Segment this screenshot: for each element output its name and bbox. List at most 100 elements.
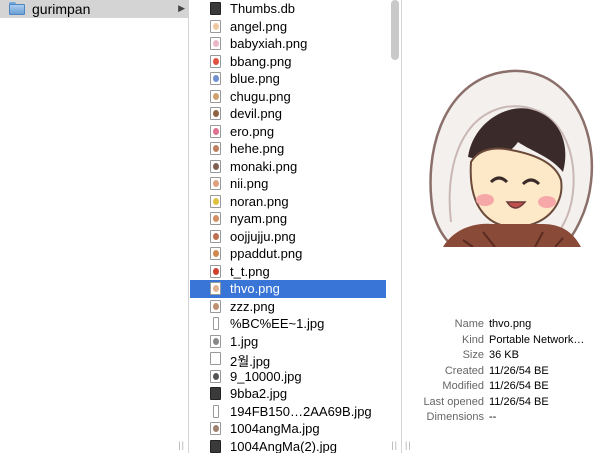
info-value: 11/26/54 BE <box>489 380 549 392</box>
info-key: Size <box>462 349 484 361</box>
file-row[interactable]: thvo.png <box>190 280 386 298</box>
file-icon <box>210 299 221 313</box>
file-icon <box>210 19 221 33</box>
info-key: Dimensions <box>426 411 484 423</box>
file-name: nii.png <box>230 176 269 191</box>
file-row[interactable]: chugu.png <box>190 88 386 106</box>
info-value: -- <box>489 411 497 423</box>
file-name: 1004AngMa(2).jpg <box>230 438 337 453</box>
file-row[interactable]: nii.png <box>190 175 386 193</box>
file-name: t_t.png <box>230 263 270 279</box>
file-name: monaki.png <box>230 158 298 174</box>
file-row[interactable]: angel.png <box>190 18 386 36</box>
file-row[interactable]: 2월.jpg <box>190 350 386 369</box>
file-icon <box>210 212 221 225</box>
file-row[interactable]: 9_10000.jpg <box>190 368 386 386</box>
file-name: zzz.png <box>230 298 275 314</box>
folder-row-gurimpan[interactable]: gurimpan ▶ <box>0 0 189 18</box>
file-name: ero.png <box>230 123 275 139</box>
info-row: Last opened 11/26/54 BE <box>403 396 600 412</box>
file-name: bbang.png <box>230 53 292 69</box>
info-row: Name thvo.png <box>403 318 600 334</box>
file-row[interactable]: ero.png <box>190 123 386 141</box>
file-icon <box>210 89 221 103</box>
column-resize-handle[interactable]: || <box>178 440 185 450</box>
column-resize-handle[interactable]: || <box>391 440 398 450</box>
info-panel: Name thvo.png Kind Portable Network… Size 36 … <box>403 318 600 427</box>
info-row: Modified 11/26/54 BE <box>403 380 600 396</box>
file-row[interactable]: 194FB150…2AA69B.jpg <box>190 403 386 421</box>
file-icon <box>210 387 221 400</box>
folder-icon <box>9 2 25 15</box>
file-name: thvo.png <box>230 281 280 296</box>
info-row: Dimensions -- <box>403 411 600 427</box>
file-name: 9bba2.jpg <box>230 386 288 401</box>
file-name: oojjujju.png <box>230 228 296 244</box>
scrollbar[interactable] <box>391 0 399 60</box>
file-name: devil.png <box>230 106 283 121</box>
file-row[interactable]: 1004AngMa(2).jpg <box>190 438 386 453</box>
file-name: ppaddut.png <box>230 246 303 261</box>
file-name: Thumbs.db <box>230 1 296 16</box>
info-value: 11/26/54 BE <box>489 364 549 377</box>
file-row[interactable]: devil.png <box>190 105 386 123</box>
file-row[interactable]: oojjujju.png <box>190 228 386 246</box>
file-row[interactable]: hehe.png <box>190 140 386 158</box>
file-name: 1.jpg <box>230 333 259 349</box>
info-row: Created 11/26/54 BE <box>403 365 600 381</box>
file-icon <box>210 334 221 348</box>
file-row[interactable]: blue.png <box>190 70 386 88</box>
file-icon <box>210 439 221 453</box>
file-row[interactable]: 9bba2.jpg <box>190 385 386 403</box>
column-1: gurimpan ▶ || <box>0 0 189 453</box>
image-preview <box>429 69 594 247</box>
file-row[interactable]: nyam.png <box>190 210 386 228</box>
file-icon <box>210 369 221 383</box>
info-key: Created <box>444 364 484 377</box>
column-resize-handle[interactable]: || <box>405 440 412 450</box>
file-icon <box>210 72 221 85</box>
column-2-file-list: Thumbs.db angel.png babyxiah.png bbang.png b… <box>190 0 402 453</box>
file-icon <box>210 194 221 208</box>
file-icon <box>210 2 221 15</box>
file-row[interactable]: bbang.png <box>190 53 386 71</box>
file-icon <box>210 124 221 138</box>
info-key: Last opened <box>423 395 484 408</box>
file-name: nyam.png <box>230 211 288 226</box>
file-name: 1004angMa.jpg <box>230 421 320 436</box>
file-icon <box>213 404 219 418</box>
folder-label: gurimpan <box>32 1 91 17</box>
file-row[interactable]: ppaddut.png <box>190 245 386 263</box>
file-icon <box>210 107 221 120</box>
file-icon <box>210 37 221 50</box>
file-row[interactable]: t_t.png <box>190 263 386 281</box>
file-row[interactable]: Thumbs.db <box>190 0 386 18</box>
file-row[interactable]: zzz.png <box>190 298 386 316</box>
file-icon <box>210 247 221 260</box>
info-key: Name <box>454 318 484 330</box>
file-name: %BC%EE~1.jpg <box>230 316 325 331</box>
file-name: 194FB150…2AA69B.jpg <box>230 403 372 419</box>
file-row[interactable]: 1004angMa.jpg <box>190 420 386 438</box>
file-icon <box>210 159 221 173</box>
info-row: Size 36 KB <box>403 349 600 365</box>
file-name: 9_10000.jpg <box>230 368 302 384</box>
info-value: 11/26/54 BE <box>489 395 549 408</box>
file-name: blue.png <box>230 71 280 86</box>
info-value: thvo.png <box>489 318 532 330</box>
file-row[interactable]: monaki.png <box>190 158 386 176</box>
file-row[interactable]: %BC%EE~1.jpg <box>190 315 386 333</box>
info-value: Portable Network… <box>489 333 585 346</box>
file-row[interactable]: babyxiah.png <box>190 35 386 53</box>
file-name: babyxiah.png <box>230 36 308 51</box>
file-name: angel.png <box>230 18 288 34</box>
file-icon <box>210 422 221 435</box>
file-icon <box>210 282 221 295</box>
info-value: 36 KB <box>489 349 519 361</box>
info-row: Kind Portable Network… <box>403 334 600 350</box>
file-row[interactable]: noran.png <box>190 193 386 211</box>
file-icon <box>210 177 221 190</box>
file-name: chugu.png <box>230 88 291 104</box>
disclosure-triangle-icon: ▶ <box>178 3 185 13</box>
file-row[interactable]: 1.jpg <box>190 333 386 351</box>
